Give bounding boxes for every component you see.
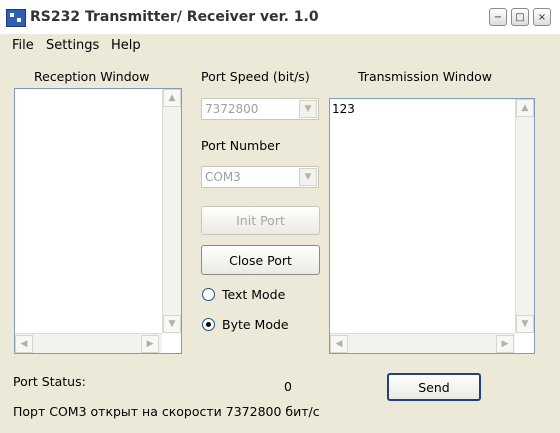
reception-horizontal-scrollbar[interactable]: ◀ ▶ bbox=[15, 333, 162, 353]
transmission-vertical-scrollbar[interactable]: ▲ ▼ bbox=[515, 99, 534, 333]
chevron-down-icon[interactable]: ▼ bbox=[299, 100, 317, 118]
transmission-window-label: Transmission Window bbox=[358, 69, 493, 84]
transmission-content: 123 bbox=[332, 102, 355, 116]
close-port-button[interactable]: Close Port bbox=[201, 245, 320, 275]
port-status-label: Port Status: bbox=[13, 374, 86, 389]
byte-mode-radio[interactable] bbox=[202, 318, 215, 331]
transmission-window[interactable]: 123 ▲ ▼ ◀ ▶ bbox=[329, 98, 535, 354]
menu-help[interactable]: Help bbox=[111, 38, 141, 53]
byte-counter: 0 bbox=[284, 379, 292, 394]
minimize-button[interactable]: − bbox=[489, 8, 507, 26]
close-button[interactable]: × bbox=[533, 8, 551, 26]
scroll-left-icon[interactable]: ◀ bbox=[330, 335, 348, 353]
radio-selected-dot bbox=[206, 322, 211, 327]
maximize-icon: □ bbox=[515, 11, 525, 23]
reception-window-label: Reception Window bbox=[34, 69, 150, 84]
scroll-down-icon[interactable]: ▼ bbox=[163, 315, 181, 333]
close-icon: × bbox=[537, 11, 547, 23]
text-mode-label: Text Mode bbox=[222, 287, 286, 302]
port-speed-label: Port Speed (bit/s) bbox=[201, 69, 310, 84]
chevron-down-icon[interactable]: ▼ bbox=[299, 168, 317, 186]
reception-window[interactable]: ▲ ▼ ◀ ▶ bbox=[14, 88, 182, 354]
transmission-horizontal-scrollbar[interactable]: ◀ ▶ bbox=[330, 333, 515, 353]
scroll-down-icon[interactable]: ▼ bbox=[516, 315, 534, 333]
scroll-up-icon[interactable]: ▲ bbox=[516, 99, 534, 117]
port-number-select[interactable]: COM3 ▼ bbox=[201, 166, 319, 188]
menu-file[interactable]: File bbox=[12, 38, 34, 53]
scroll-up-icon[interactable]: ▲ bbox=[163, 89, 181, 107]
port-speed-select[interactable]: 7372800 ▼ bbox=[201, 98, 319, 120]
app-icon bbox=[6, 9, 26, 27]
maximize-button[interactable]: □ bbox=[511, 8, 529, 26]
scroll-right-icon[interactable]: ▶ bbox=[141, 335, 159, 353]
minimize-icon: − bbox=[493, 11, 503, 23]
window-title: RS232 Transmitter/ Receiver ver. 1.0 bbox=[30, 9, 319, 25]
scroll-left-icon[interactable]: ◀ bbox=[15, 335, 33, 353]
port-number-value: COM3 bbox=[205, 170, 241, 184]
scroll-right-icon[interactable]: ▶ bbox=[496, 335, 514, 353]
text-mode-radio[interactable] bbox=[202, 288, 215, 301]
port-number-label: Port Number bbox=[201, 138, 280, 153]
reception-vertical-scrollbar[interactable]: ▲ ▼ bbox=[162, 89, 181, 333]
menu-settings[interactable]: Settings bbox=[46, 38, 99, 53]
port-speed-value: 7372800 bbox=[205, 102, 259, 116]
status-message: Порт COM3 открыт на скорости 7372800 бит… bbox=[13, 404, 320, 419]
send-button[interactable]: Send bbox=[387, 373, 481, 401]
byte-mode-label: Byte Mode bbox=[222, 317, 289, 332]
init-port-button[interactable]: Init Port bbox=[201, 206, 320, 235]
